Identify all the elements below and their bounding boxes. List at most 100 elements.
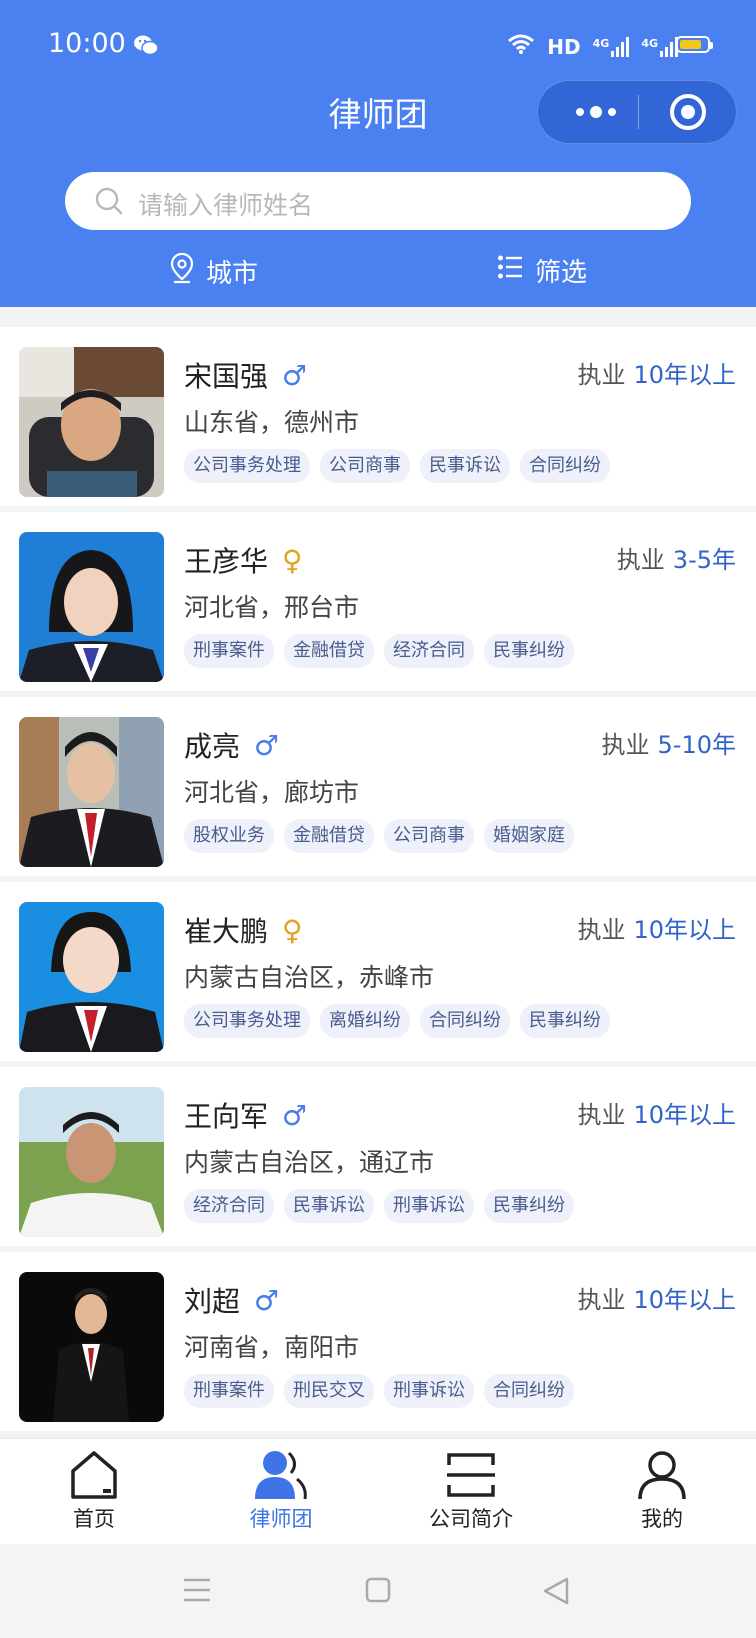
battery-icon xyxy=(676,36,713,53)
practice-tag: 刑事案件 xyxy=(184,1374,274,1408)
lawyer-card[interactable]: 王彦华 ♀ 执业 3-5年 河北省，邢台市 刑事案件 金融借贷 经济合同 民事纠纷 xyxy=(0,512,756,691)
practice-tag: 经济合同 xyxy=(184,1189,274,1223)
male-icon: ♂ xyxy=(254,1283,280,1317)
practice-years: 执业 10年以上 xyxy=(577,1101,736,1129)
lawyer-location: 山东省，德州市 xyxy=(184,408,360,437)
practice-tags: 股权业务 金融借贷 公司商事 婚姻家庭 xyxy=(184,819,574,853)
filter-bar: 城市 筛选 xyxy=(0,250,756,294)
lawyer-card[interactable]: 王向军 ♂ 执业 10年以上 内蒙古自治区，通辽市 经济合同 民事诉讼 刑事诉讼 … xyxy=(0,1067,756,1246)
filter-button[interactable]: 筛选 xyxy=(497,252,587,289)
lawyer-name: 刘超 xyxy=(184,1285,241,1318)
more-menu-button[interactable] xyxy=(566,81,626,143)
tab-company-label: 公司简介 xyxy=(429,1507,513,1531)
practice-tag: 公司商事 xyxy=(320,449,410,483)
practice-tags: 公司事务处理 离婚纠纷 合同纠纷 民事纠纷 xyxy=(184,1004,610,1038)
network-type: HD xyxy=(547,34,581,59)
header: 10:00 HD 4G 4G 律师团 请输入律师姓名 城市 筛选 xyxy=(0,0,756,307)
lawyer-location: 河北省，廊坊市 xyxy=(184,778,360,807)
list-filter-icon xyxy=(497,253,523,288)
tab-home-label: 首页 xyxy=(73,1507,115,1531)
tab-lawyers[interactable]: 律师团 xyxy=(206,1449,356,1533)
system-nav-bar xyxy=(0,1544,756,1638)
practice-tag: 合同纠纷 xyxy=(484,1374,574,1408)
female-icon: ♀ xyxy=(282,913,303,947)
search-input[interactable]: 请输入律师姓名 xyxy=(65,172,691,230)
lawyer-location: 河南省，南阳市 xyxy=(184,1333,360,1362)
lawyer-name: 王向军 xyxy=(184,1100,269,1133)
practice-years: 执业 10年以上 xyxy=(577,1286,736,1314)
male-icon: ♂ xyxy=(282,1098,308,1132)
practice-tags: 刑事案件 金融借贷 经济合同 民事纠纷 xyxy=(184,634,574,668)
lawyer-name-row: 王向军 ♂ xyxy=(184,1095,307,1135)
lawyer-name: 崔大鹏 xyxy=(184,915,269,948)
home-nav-icon[interactable] xyxy=(365,1577,391,1607)
company-icon xyxy=(447,1453,495,1497)
lawyer-photo xyxy=(19,717,164,867)
lawyer-card[interactable]: 成亮 ♂ 执业 5-10年 河北省，廊坊市 股权业务 金融借贷 公司商事 婚姻家庭 xyxy=(0,697,756,876)
practice-tag: 民事纠纷 xyxy=(484,634,574,668)
female-icon: ♀ xyxy=(282,543,303,577)
lawyer-name-row: 崔大鹏 ♀ xyxy=(184,910,303,950)
practice-years: 执业 5-10年 xyxy=(601,731,736,759)
tab-profile[interactable]: 我的 xyxy=(587,1449,737,1533)
lawyer-photo xyxy=(19,902,164,1052)
tab-company[interactable]: 公司简介 xyxy=(396,1449,546,1533)
practice-tag: 合同纠纷 xyxy=(520,449,610,483)
location-pin-icon xyxy=(170,252,194,291)
lawyer-card[interactable]: 崔大鹏 ♀ 执业 10年以上 内蒙古自治区，赤峰市 公司事务处理 离婚纠纷 合同纠… xyxy=(0,882,756,1061)
signal-2-icon: 4G xyxy=(641,36,678,57)
lawyer-name-row: 宋国强 ♂ xyxy=(184,355,307,395)
lawyer-name-row: 刘超 ♂ xyxy=(184,1280,279,1320)
tab-home[interactable]: 首页 xyxy=(19,1449,169,1533)
male-icon: ♂ xyxy=(254,728,280,762)
close-miniprogram-button[interactable] xyxy=(670,94,706,130)
practice-tag: 金融借贷 xyxy=(284,819,374,853)
status-indicators: HD 4G 4G xyxy=(507,33,678,60)
wechat-icon xyxy=(133,34,159,60)
practice-tag: 离婚纠纷 xyxy=(320,1004,410,1038)
lawyer-photo xyxy=(19,532,164,682)
lawyer-location: 河北省，邢台市 xyxy=(184,593,360,622)
city-filter-button[interactable]: 城市 xyxy=(170,252,258,291)
lawyer-name: 成亮 xyxy=(184,730,241,763)
lawyer-photo xyxy=(19,347,164,497)
practice-tag: 公司商事 xyxy=(384,819,474,853)
back-nav-icon[interactable] xyxy=(543,1577,569,1609)
filter-label: 筛选 xyxy=(535,258,588,288)
wifi-icon xyxy=(507,33,535,60)
miniprogram-capsule xyxy=(537,80,737,144)
practice-tag: 合同纠纷 xyxy=(420,1004,510,1038)
practice-tag: 刑民交叉 xyxy=(284,1374,374,1408)
practice-tag: 公司事务处理 xyxy=(184,449,310,483)
search-placeholder: 请输入律师姓名 xyxy=(138,191,314,220)
lawyer-card[interactable]: 刘超 ♂ 执业 10年以上 河南省，南阳市 刑事案件 刑民交叉 刑事诉讼 合同纠纷 xyxy=(0,1252,756,1431)
lawyer-photo xyxy=(19,1272,164,1422)
practice-tags: 刑事案件 刑民交叉 刑事诉讼 合同纠纷 xyxy=(184,1374,574,1408)
practice-tag: 民事诉讼 xyxy=(284,1189,374,1223)
practice-tag: 刑事案件 xyxy=(184,634,274,668)
lawyer-card[interactable]: 宋国强 ♂ 执业 10年以上 山东省，德州市 公司事务处理 公司商事 民事诉讼 合… xyxy=(0,327,756,506)
practice-tag: 民事纠纷 xyxy=(484,1189,574,1223)
bottom-tab-bar: 首页 律师团 公司简介 我的 xyxy=(0,1438,756,1545)
male-icon: ♂ xyxy=(282,358,308,392)
practice-tags: 经济合同 民事诉讼 刑事诉讼 民事纠纷 xyxy=(184,1189,574,1223)
tab-lawyers-label: 律师团 xyxy=(249,1507,313,1531)
practice-years: 执业 3-5年 xyxy=(616,546,736,574)
search-icon xyxy=(95,187,123,219)
lawyer-name: 宋国强 xyxy=(184,360,269,393)
practice-tags: 公司事务处理 公司商事 民事诉讼 合同纠纷 xyxy=(184,449,610,483)
practice-tag: 股权业务 xyxy=(184,819,274,853)
tab-profile-label: 我的 xyxy=(641,1507,683,1531)
lawyer-name-row: 成亮 ♂ xyxy=(184,725,279,765)
menu-icon[interactable] xyxy=(183,1577,211,1607)
practice-tag: 刑事诉讼 xyxy=(384,1189,474,1223)
profile-icon xyxy=(638,1451,686,1500)
home-icon xyxy=(71,1451,117,1499)
city-filter-label: 城市 xyxy=(206,259,259,289)
practice-tag: 公司事务处理 xyxy=(184,1004,310,1038)
lawyer-location: 内蒙古自治区，赤峰市 xyxy=(184,963,435,992)
lawyer-name: 王彦华 xyxy=(184,545,269,578)
lawyer-photo xyxy=(19,1087,164,1237)
practice-years: 执业 10年以上 xyxy=(577,361,736,389)
lawyer-list: 宋国强 ♂ 执业 10年以上 山东省，德州市 公司事务处理 公司商事 民事诉讼 合… xyxy=(0,327,756,1438)
